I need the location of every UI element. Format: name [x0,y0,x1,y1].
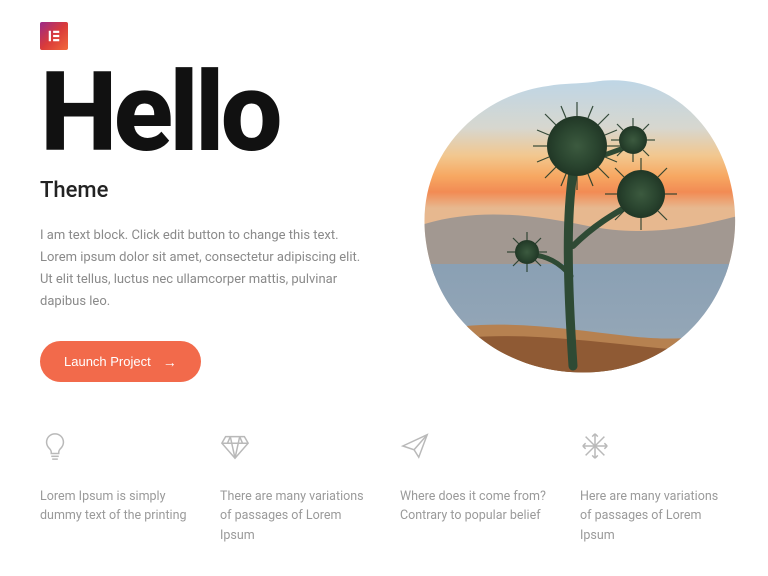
feature-row: Lorem Ipsum is simply dummy text of the … [40,431,728,545]
feature-item: Where does it come from? Contrary to pop… [400,431,548,545]
feature-text: Here are many variations of passages of … [580,487,728,545]
diamond-icon [220,431,368,469]
feature-item: There are many variations of passages of… [220,431,368,545]
feature-text: Where does it come from? Contrary to pop… [400,487,548,526]
cta-label: Launch Project [64,354,151,369]
launch-project-button[interactable]: Launch Project → [40,341,201,382]
elementor-logo-icon [40,22,68,50]
snowflake-icon [580,431,728,469]
hero-title: Hello [40,58,375,168]
hero-subtitle: Theme [40,178,375,203]
feature-item: Lorem Ipsum is simply dummy text of the … [40,431,188,545]
hero-image [418,76,738,376]
arrow-right-icon: → [163,355,177,369]
paperplane-icon [400,431,548,469]
feature-item: Here are many variations of passages of … [580,431,728,545]
feature-text: There are many variations of passages of… [220,487,368,545]
lightbulb-icon [40,431,188,469]
feature-text: Lorem Ipsum is simply dummy text of the … [40,487,188,526]
hero-body: I am text block. Click edit button to ch… [40,225,375,313]
